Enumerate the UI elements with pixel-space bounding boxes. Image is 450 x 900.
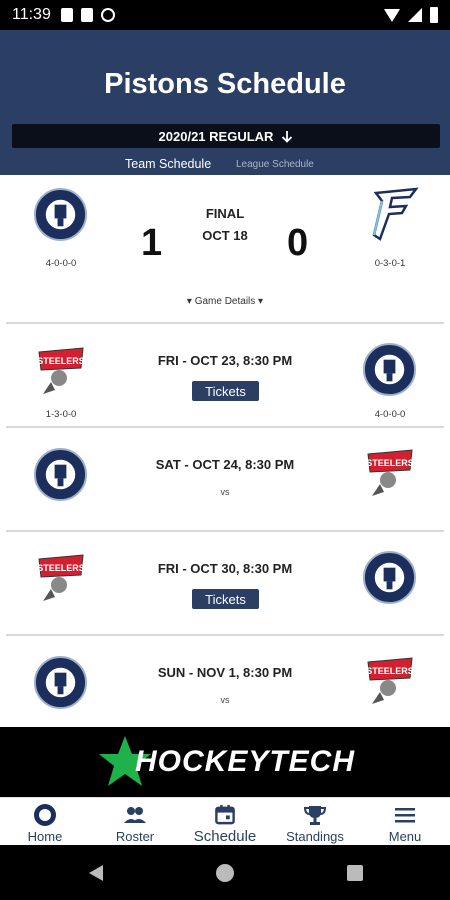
game-status: FINAL [205, 206, 245, 221]
away-score: 0 [287, 222, 309, 264]
nav-roster[interactable]: Roster [90, 798, 180, 845]
season-label: 2020/21 REGULAR [158, 128, 274, 144]
sd-card-icon [80, 8, 93, 22]
game-details-toggle[interactable]: ▾ Game Details ▾ [0, 291, 450, 309]
game-datetime: FRI - OCT 23, 8:30 PM [157, 353, 293, 368]
steinbach-pistons-logo [362, 550, 417, 605]
home-circle-icon[interactable] [215, 863, 235, 883]
ad-text: HOCKEYTECH [134, 745, 355, 778]
left-team-record: 4-0-0-0 [45, 258, 77, 269]
steelers-logo: STEELERS [366, 657, 414, 704]
game-card[interactable]: STEELERS 1-3-0-0 FRI - OCT 23, 8:30 PM T… [0, 324, 450, 427]
data-saver-icon [100, 8, 115, 22]
notification-icon [60, 8, 73, 22]
tickets-button[interactable]: Tickets [192, 381, 259, 401]
battery-icon [430, 7, 438, 23]
tab-team-schedule[interactable]: Team Schedule [125, 157, 211, 171]
game-card[interactable]: SAT - OCT 24, 8:30 PM vs STEELERS [0, 428, 450, 531]
steelers-logo: STEELERS [366, 449, 414, 496]
signal-icon [408, 8, 422, 22]
tab-league-schedule[interactable]: League Schedule [236, 159, 314, 170]
bottom-nav: Home Roster Schedule Standings Menu [0, 797, 450, 845]
nav-schedule[interactable]: Schedule [180, 798, 270, 845]
left-team-record: 1-3-0-0 [45, 409, 77, 420]
tickets-button[interactable]: Tickets [192, 589, 259, 609]
back-icon[interactable] [87, 863, 105, 883]
arrow-down-icon [282, 130, 293, 143]
hockeytech-ad-banner[interactable]: HOCKEYTECH [0, 727, 450, 797]
system-nav-bar [0, 845, 450, 900]
calendar-icon [215, 804, 235, 825]
app-header: Pistons Schedule 2020/21 REGULAR Team Sc… [0, 30, 450, 175]
page-title: Pistons Schedule [104, 68, 346, 100]
people-icon [124, 807, 146, 823]
status-bar: 11:39 [0, 0, 450, 30]
recents-icon[interactable] [346, 864, 364, 882]
nav-home-label: Home [27, 829, 63, 844]
game-datetime: FRI - OCT 30, 8:30 PM [157, 561, 293, 576]
home-score: 1 [141, 222, 163, 264]
nav-standings[interactable]: Standings [270, 798, 360, 845]
right-team-record: 0-3-0-1 [374, 258, 406, 269]
vs-label: vs [220, 695, 230, 705]
svg-text:STEELERS: STEELERS [366, 666, 414, 676]
game-datetime: SAT - OCT 24, 8:30 PM [155, 457, 295, 472]
falcons-logo [372, 187, 419, 241]
vs-label: vs [220, 487, 230, 497]
nav-roster-label: Roster [115, 829, 155, 844]
game-card[interactable]: SUN - NOV 1, 8:30 PM vs STEELERS [0, 636, 450, 727]
home-logo-icon [34, 804, 56, 826]
steinbach-pistons-logo [362, 342, 417, 397]
right-team-record: 4-0-0-0 [374, 409, 406, 420]
svg-text:STEELERS: STEELERS [366, 458, 414, 468]
nav-menu-label: Menu [388, 829, 422, 844]
game-card[interactable]: 4-0-0-0 FINAL OCT 18 1 0 0-3-0-1 ▾ Game … [0, 175, 450, 325]
schedule-list: 4-0-0-0 FINAL OCT 18 1 0 0-3-0-1 ▾ Game … [0, 175, 450, 727]
wifi-icon [384, 8, 400, 22]
status-time: 11:39 [12, 6, 51, 23]
game-card[interactable]: STEELERS FRI - OCT 30, 8:30 PM Tickets [0, 532, 450, 635]
game-date: OCT 18 [202, 228, 248, 243]
season-selector[interactable]: 2020/21 REGULAR [12, 124, 440, 148]
nav-schedule-label: Schedule [193, 828, 257, 845]
nav-home[interactable]: Home [0, 798, 90, 845]
game-details-label: Game Details [194, 296, 256, 307]
nav-standings-label: Standings [286, 829, 344, 844]
menu-icon [395, 808, 415, 823]
nav-menu[interactable]: Menu [360, 798, 450, 845]
trophy-icon [303, 806, 327, 825]
game-datetime: SUN - NOV 1, 8:30 PM [157, 665, 293, 680]
